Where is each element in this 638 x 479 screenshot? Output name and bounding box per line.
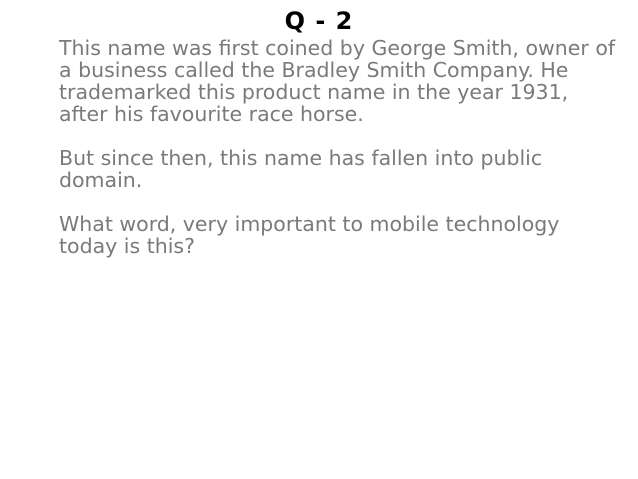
slide-body: This name was first coined by George Smi… — [59, 37, 619, 279]
paragraph-question: What word, very important to mobile tech… — [59, 212, 560, 258]
slide-title: Q - 2 — [284, 7, 354, 35]
paragraph-public-domain: But since then, this name has fallen int… — [59, 146, 543, 192]
slide: Q - 2 This name was first coined by Geor… — [0, 0, 638, 479]
paragraph-history: This name was first coined by George Smi… — [59, 36, 616, 126]
